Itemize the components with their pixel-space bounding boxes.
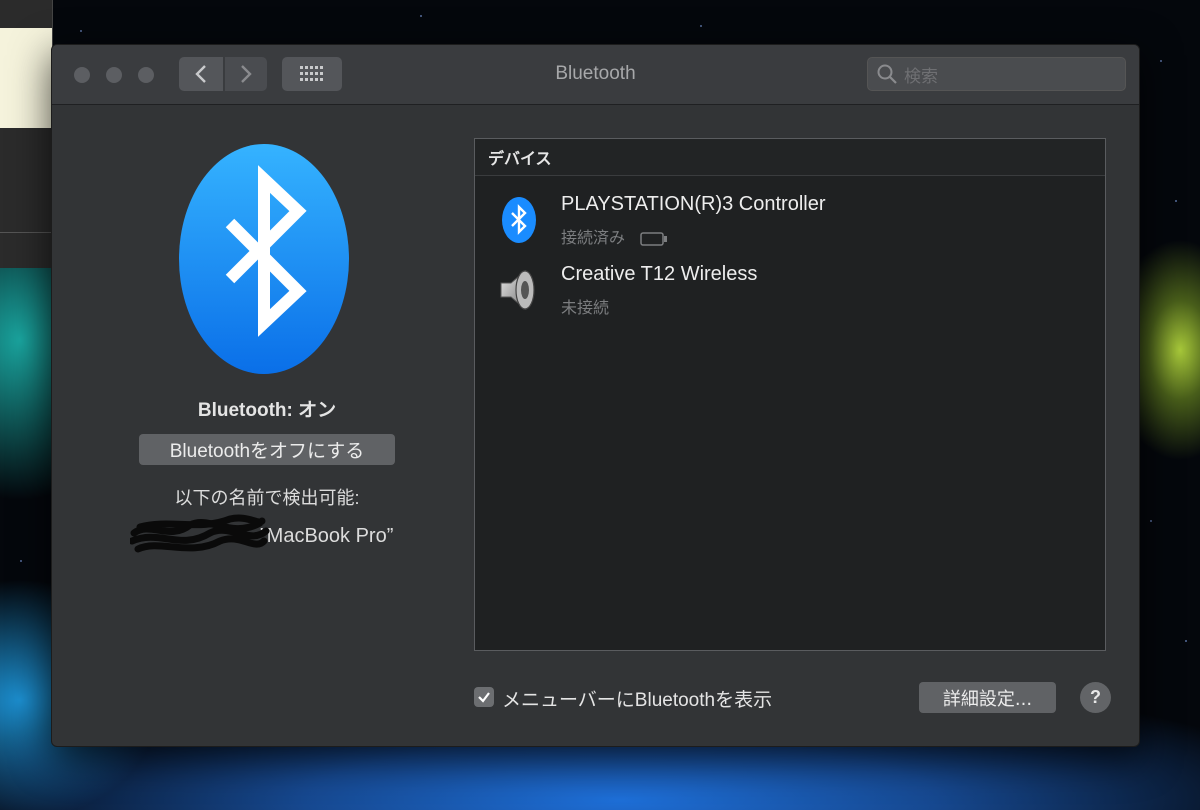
search-field[interactable]: 検索 [867,57,1126,91]
device-status: 未接続 [561,294,609,318]
computer-name: ”MacBook Pro” [260,525,394,547]
battery-icon [640,231,668,246]
advanced-button[interactable]: 詳細設定... [919,682,1056,713]
device-name: Creative T12 Wireless [561,263,758,285]
checkmark-icon [478,692,490,703]
bluetooth-preferences-window: Bluetooth 検索 Bluetooth: オン Bluetoothをオフに… [51,44,1140,747]
show-in-menubar-checkbox[interactable] [474,687,494,707]
divider [0,232,52,233]
device-list-header: デバイス [475,139,1105,176]
device-status: 接続済み [561,224,668,248]
turn-bluetooth-off-button[interactable]: Bluetoothをオフにする [139,434,395,465]
title-bar: Bluetooth 検索 [52,45,1139,105]
device-row-playstation[interactable]: PLAYSTATION(R)3 Controller 接続済み [475,179,1105,248]
bluetooth-status: Bluetooth: オン [197,400,337,421]
search-icon [877,64,897,84]
redaction-scribble [130,514,270,553]
device-row-creative-speaker[interactable]: Creative T12 Wireless 未接続 [475,249,1105,318]
show-in-menubar-label[interactable]: メニューバーにBluetoothを表示 [502,685,772,712]
search-placeholder: 検索 [904,66,938,87]
background-document [0,28,52,128]
speaker-icon [500,269,535,311]
device-name: PLAYSTATION(R)3 Controller [561,193,826,215]
background-app-window[interactable] [0,0,53,268]
device-list: デバイス PLAYSTATION(R)3 Controller 接続済み Cre… [474,138,1106,651]
bluetooth-icon [502,197,536,243]
bluetooth-large-icon [179,144,349,374]
device-status-text: 接続済み [561,228,626,247]
help-button[interactable]: ? [1080,682,1111,713]
device-status-text: 未接続 [561,298,610,317]
discoverable-label: 以下の名前で検出可能: [174,488,360,508]
